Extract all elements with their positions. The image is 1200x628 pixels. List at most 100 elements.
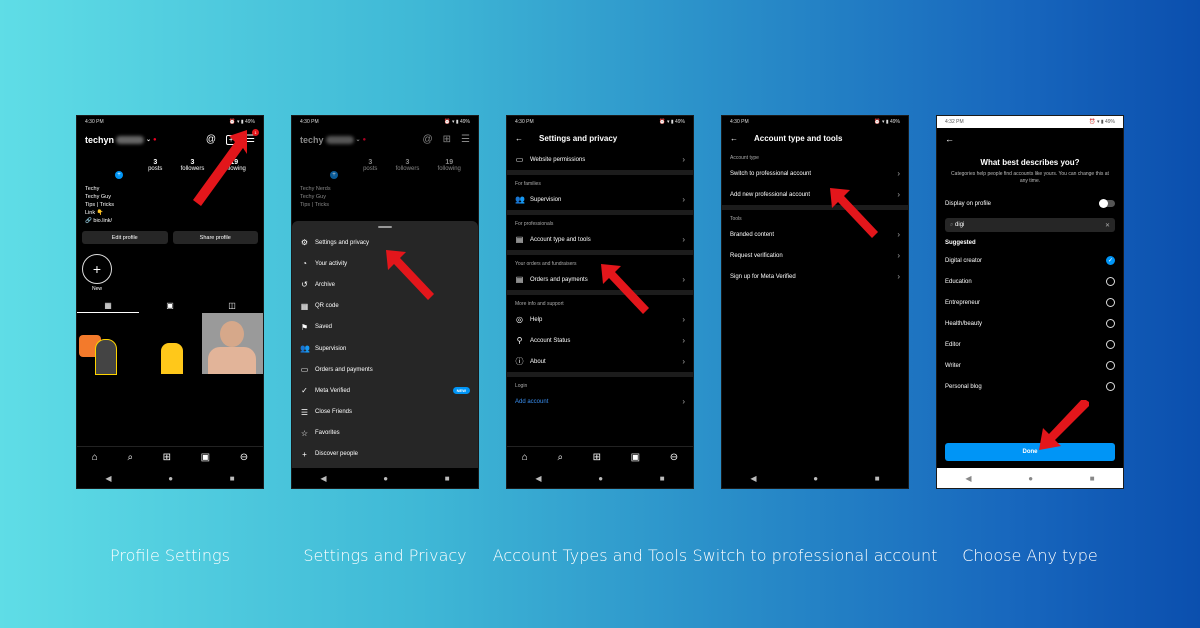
back-icon[interactable]: ◀ — [965, 474, 971, 483]
menu-item-settings-and-privacy[interactable]: ⚙ Settings and privacy — [292, 232, 478, 253]
search-icon[interactable]: ⌕ — [557, 452, 563, 463]
menu-item-meta-verified[interactable]: ✓ Meta Verified NEW — [292, 380, 478, 401]
menu-item-qr-code[interactable]: ▦ QR code — [292, 296, 478, 317]
stat-followers[interactable]: 3 followers — [181, 159, 205, 172]
reels-icon[interactable]: ▣ — [201, 452, 210, 463]
menu-item-your-activity[interactable]: ◔ Your activity — [292, 253, 478, 274]
row-account-type-tools[interactable]: ▤ Account type and tools › — [507, 229, 693, 250]
reels-icon[interactable]: ▣ — [631, 452, 640, 463]
chevron-right-icon: › — [682, 235, 685, 244]
avatar[interactable]: + — [85, 159, 139, 181]
row-orders-payments[interactable]: ▤ Orders and payments › — [507, 269, 693, 290]
home-icon[interactable]: ⌂ — [92, 452, 98, 463]
row-request-verification[interactable]: Request verification › — [722, 245, 908, 266]
radio-icon[interactable] — [1106, 319, 1115, 328]
home-icon[interactable]: ⌂ — [522, 452, 528, 463]
post-thumbnail[interactable] — [77, 313, 138, 375]
person-icon: ⚲ — [516, 336, 523, 345]
radio-checked-icon[interactable]: ✓ — [1106, 256, 1115, 265]
row-meta-verified[interactable]: Sign up for Meta Verified › — [722, 266, 908, 287]
edit-profile-button[interactable]: Edit profile — [82, 231, 168, 244]
highlight-new[interactable]: + New — [77, 246, 263, 292]
menu-item-supervision[interactable]: 👥 Supervision — [292, 338, 478, 359]
add-person-icon: + — [302, 449, 307, 459]
category-search-input[interactable]: ⌕ digi ✕ — [945, 218, 1115, 232]
menu-item-orders-and-payments[interactable]: ▭ Orders and payments — [292, 359, 478, 380]
menu-item-label: QR code — [315, 303, 339, 310]
home-button-icon[interactable]: ● — [1028, 474, 1033, 483]
create-icon[interactable]: ⊞ — [163, 452, 171, 463]
row-help[interactable]: ◎ Help › — [507, 309, 693, 330]
menu-item-close-friends[interactable]: ☰ Close Friends — [292, 402, 478, 423]
stat-posts[interactable]: 3 posts — [148, 159, 162, 172]
radio-icon[interactable] — [1106, 382, 1115, 391]
sheet-handle[interactable] — [378, 226, 392, 228]
reels-icon[interactable]: ▣ — [166, 301, 174, 310]
add-post-icon[interactable]: + — [226, 134, 237, 145]
recents-icon[interactable]: ■ — [875, 474, 880, 483]
bio-link[interactable]: 🔗 bio.link/ — [85, 217, 255, 225]
recents-icon[interactable]: ■ — [660, 474, 665, 483]
recents-icon[interactable]: ■ — [445, 474, 450, 483]
home-button-icon[interactable]: ● — [383, 474, 388, 483]
recents-icon[interactable]: ■ — [230, 474, 235, 483]
row-website-permissions[interactable]: ▭ Website permissions › — [507, 149, 693, 170]
category-option[interactable]: Writer — [937, 355, 1123, 376]
category-option[interactable]: Health/beauty — [937, 313, 1123, 334]
category-option[interactable]: Editor — [937, 334, 1123, 355]
back-icon[interactable]: ◀ — [320, 474, 326, 483]
username: techy — [300, 134, 324, 145]
home-button-icon[interactable]: ● — [813, 474, 818, 483]
back-icon[interactable]: ◀ — [105, 474, 111, 483]
row-branded-content[interactable]: Branded content › — [722, 224, 908, 245]
username-switcher[interactable]: techyn ⌄ ● — [85, 135, 157, 145]
home-button-icon[interactable]: ● — [598, 474, 603, 483]
home-button-icon[interactable]: ● — [168, 474, 173, 483]
menu-item-saved[interactable]: ⚑ Saved — [292, 317, 478, 338]
radio-icon[interactable] — [1106, 298, 1115, 307]
row-about[interactable]: ⓘ About › — [507, 351, 693, 372]
post-thumbnail[interactable] — [201, 313, 263, 374]
row-add-account[interactable]: Add account › — [507, 391, 693, 412]
row-switch-professional[interactable]: Switch to professional account › — [722, 163, 908, 184]
section-header: Login — [515, 383, 528, 389]
clear-icon[interactable]: ✕ — [1105, 222, 1110, 229]
back-arrow-icon[interactable]: ← — [515, 134, 523, 143]
row-add-professional[interactable]: Add new professional account › — [722, 184, 908, 205]
category-option[interactable]: Entrepreneur — [937, 292, 1123, 313]
category-option[interactable]: Education — [937, 271, 1123, 292]
search-icon[interactable]: ⌕ — [127, 452, 133, 463]
category-option[interactable]: Personal blog — [937, 376, 1123, 397]
caption-choose-type: Choose Any type — [962, 546, 1098, 565]
menu-item-discover-people[interactable]: + Discover people — [292, 444, 478, 465]
create-icon[interactable]: ⊞ — [593, 452, 601, 463]
radio-icon[interactable] — [1106, 361, 1115, 370]
row-account-status[interactable]: ⚲ Account Status › — [507, 330, 693, 351]
options-list: Digital creator ✓ Education Entrepreneur Hea… — [937, 250, 1123, 397]
recents-icon[interactable]: ■ — [1090, 474, 1095, 483]
display-toggle[interactable] — [1099, 199, 1115, 208]
category-option[interactable]: Digital creator ✓ — [937, 250, 1123, 271]
back-arrow-icon[interactable]: ← — [730, 134, 738, 143]
back-arrow-icon[interactable]: ← — [937, 128, 1123, 150]
back-icon[interactable]: ◀ — [750, 474, 756, 483]
tagged-icon[interactable]: ◫ — [228, 301, 236, 310]
back-icon[interactable]: ◀ — [535, 474, 541, 483]
stat-following[interactable]: 19 following — [223, 159, 246, 172]
radio-icon[interactable] — [1106, 277, 1115, 286]
grid-icon[interactable]: ▦ — [104, 301, 112, 310]
threads-icon[interactable]: @ — [206, 134, 216, 145]
profile-icon[interactable]: ⊖ — [670, 452, 678, 463]
radio-icon[interactable] — [1106, 340, 1115, 349]
menu-item-archive[interactable]: ↺ Archive — [292, 274, 478, 295]
post-thumbnail[interactable] — [139, 313, 200, 374]
profile-icon[interactable]: ⊖ — [240, 452, 248, 463]
menu-icon: ☰ — [461, 134, 470, 145]
add-story-icon[interactable]: + — [115, 171, 123, 179]
done-button[interactable]: Done — [945, 443, 1115, 461]
chevron-right-icon: › — [682, 315, 685, 324]
menu-item-favorites[interactable]: ☆ Favorites — [292, 423, 478, 444]
share-profile-button[interactable]: Share profile — [172, 231, 258, 244]
menu-icon[interactable]: ☰ 1 — [246, 129, 259, 145]
row-supervision[interactable]: 👥 Supervision › — [507, 189, 693, 210]
